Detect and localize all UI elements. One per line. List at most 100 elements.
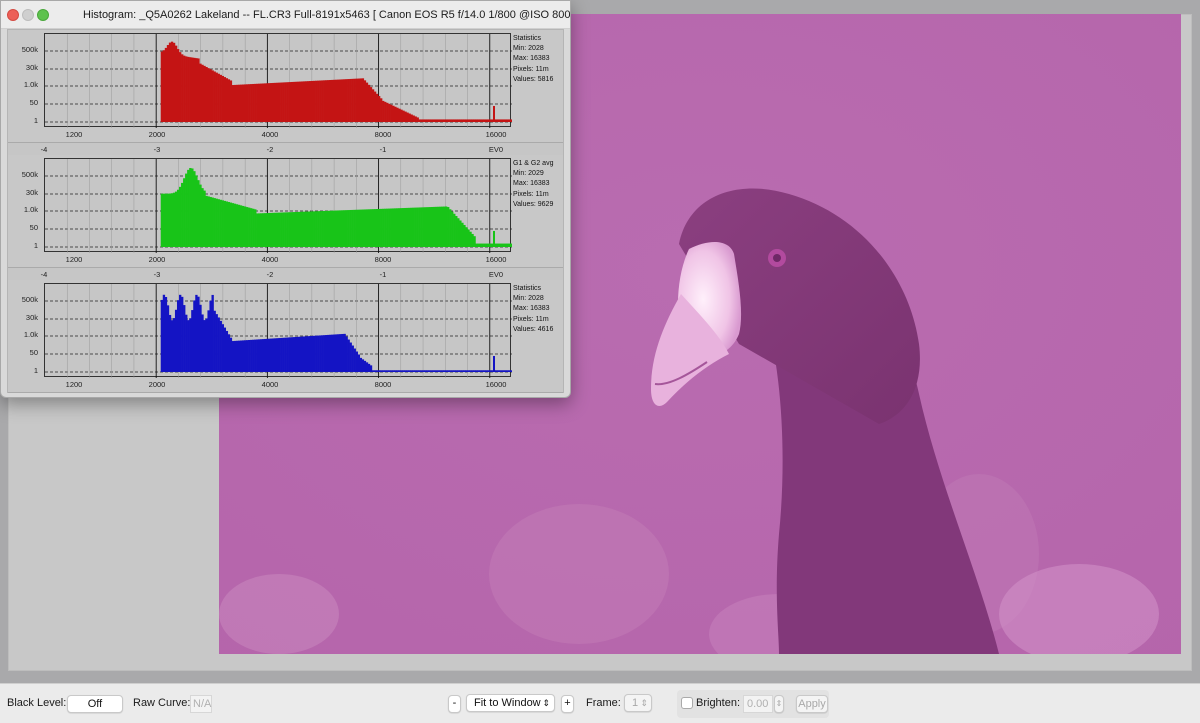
histogram-bar	[406, 370, 409, 372]
histogram-bar	[459, 370, 462, 372]
histogram-bar	[430, 206, 434, 247]
histogram-bar	[248, 84, 251, 122]
frame-value: 1	[632, 697, 639, 709]
histogram-titlebar[interactable]: Histogram: _Q5A0262 Lakeland -- FL.CR3 F…	[1, 1, 570, 29]
histogram-bar	[176, 300, 180, 372]
zoom-out-button[interactable]: -	[448, 695, 461, 713]
zoom-mode-select[interactable]: Fit to Window ⇕	[466, 694, 555, 712]
histogram-bar	[223, 77, 227, 122]
zoom-window-icon[interactable]	[37, 9, 49, 21]
brighten-stepper[interactable]: ⇕	[774, 695, 784, 713]
x-tick-label: 1200	[65, 255, 83, 264]
histogram-bar	[337, 79, 340, 122]
histogram-bar	[377, 96, 381, 122]
histogram-bar	[479, 243, 482, 247]
histogram-bar	[430, 370, 434, 372]
stats-values: Values: 9629	[513, 200, 554, 208]
histogram-bar	[335, 334, 338, 372]
histogram-bar	[300, 336, 304, 372]
x-tick-label: 4000	[261, 380, 279, 389]
frame-select[interactable]: 1 ⇕	[624, 694, 652, 712]
histogram-bar	[205, 66, 208, 122]
histogram-bar	[164, 47, 168, 122]
histogram-bar	[243, 84, 247, 122]
black-level-button[interactable]: Off	[67, 695, 123, 713]
histogram-bar	[365, 362, 369, 372]
histogram-bar	[327, 80, 330, 122]
raw-curve-field[interactable]: N/A	[190, 695, 212, 713]
histogram-bar	[219, 199, 222, 247]
histogram-bar	[176, 49, 180, 122]
histogram-bar	[162, 294, 166, 372]
apply-button[interactable]: Apply	[796, 695, 828, 713]
histogram-bar	[394, 370, 397, 372]
histogram-bar	[473, 370, 476, 372]
histogram-bar	[284, 337, 287, 372]
histogram-bar	[509, 370, 512, 372]
histogram-bar	[164, 193, 168, 247]
histogram-bar	[319, 335, 322, 372]
histogram-bar	[284, 212, 287, 247]
histogram-bar	[412, 115, 415, 122]
histogram-bar	[278, 82, 281, 122]
x-tick-label: 2000	[148, 130, 166, 139]
histogram-bar	[298, 336, 302, 372]
histogram-bar	[380, 208, 383, 247]
histogram-bar	[304, 81, 308, 122]
histogram-bar	[465, 119, 468, 122]
histogram-bar	[252, 208, 255, 247]
zoom-in-button[interactable]: +	[561, 695, 574, 713]
histogram-bar	[296, 336, 300, 372]
y-tick-label: 500k	[21, 170, 38, 179]
brighten-field[interactable]: 0.00	[743, 695, 773, 713]
stats-heading: Statistics	[513, 285, 542, 292]
histogram-bar	[353, 78, 356, 122]
histogram-bar	[260, 213, 263, 247]
histogram-bar	[239, 84, 243, 122]
histogram-bar	[268, 212, 271, 247]
histogram-bar	[507, 370, 511, 372]
histogram-bar	[375, 370, 379, 372]
histogram-bar	[329, 334, 332, 372]
histogram-bar	[282, 82, 285, 122]
histogram-bar	[227, 334, 231, 372]
histogram-bar	[343, 333, 346, 372]
close-window-icon[interactable]	[7, 9, 19, 21]
histogram-bar	[176, 189, 180, 247]
histogram-bar	[390, 104, 393, 122]
stats-max: Max: 16383	[513, 180, 550, 188]
histogram-bar	[331, 334, 334, 372]
histogram-bar	[432, 370, 436, 372]
histogram-bar	[341, 333, 344, 372]
histogram-bar	[207, 68, 210, 122]
histogram-bar	[252, 83, 255, 122]
histogram-bar	[201, 314, 204, 372]
histogram-bar	[160, 299, 164, 372]
histogram-bar	[243, 206, 247, 247]
histogram-bar	[388, 103, 391, 122]
histogram-bar	[325, 335, 328, 372]
histogram-bar	[168, 314, 172, 372]
histogram-bar	[444, 206, 448, 247]
histogram-bar	[250, 208, 253, 247]
histogram-bar	[197, 296, 200, 372]
histogram-bar	[465, 227, 468, 247]
histogram-bar	[509, 243, 512, 247]
histogram-bar	[337, 210, 340, 247]
histogram-bar	[497, 370, 501, 372]
histogram-bar	[225, 330, 229, 372]
histogram-bar	[497, 243, 501, 247]
histogram-bar	[457, 218, 460, 247]
brighten-checkbox[interactable]	[681, 697, 693, 709]
histogram-bar	[481, 243, 484, 247]
histogram-bar	[298, 211, 302, 247]
histogram-bar	[384, 101, 387, 122]
histogram-bar	[402, 370, 405, 372]
histogram-bar	[436, 119, 440, 122]
histogram-bar	[355, 209, 358, 247]
minimize-window-icon[interactable]	[22, 9, 34, 21]
histogram-bar	[191, 168, 194, 247]
histogram-bar	[347, 79, 350, 122]
histogram-bar	[270, 83, 273, 122]
histogram-bar	[369, 209, 373, 247]
